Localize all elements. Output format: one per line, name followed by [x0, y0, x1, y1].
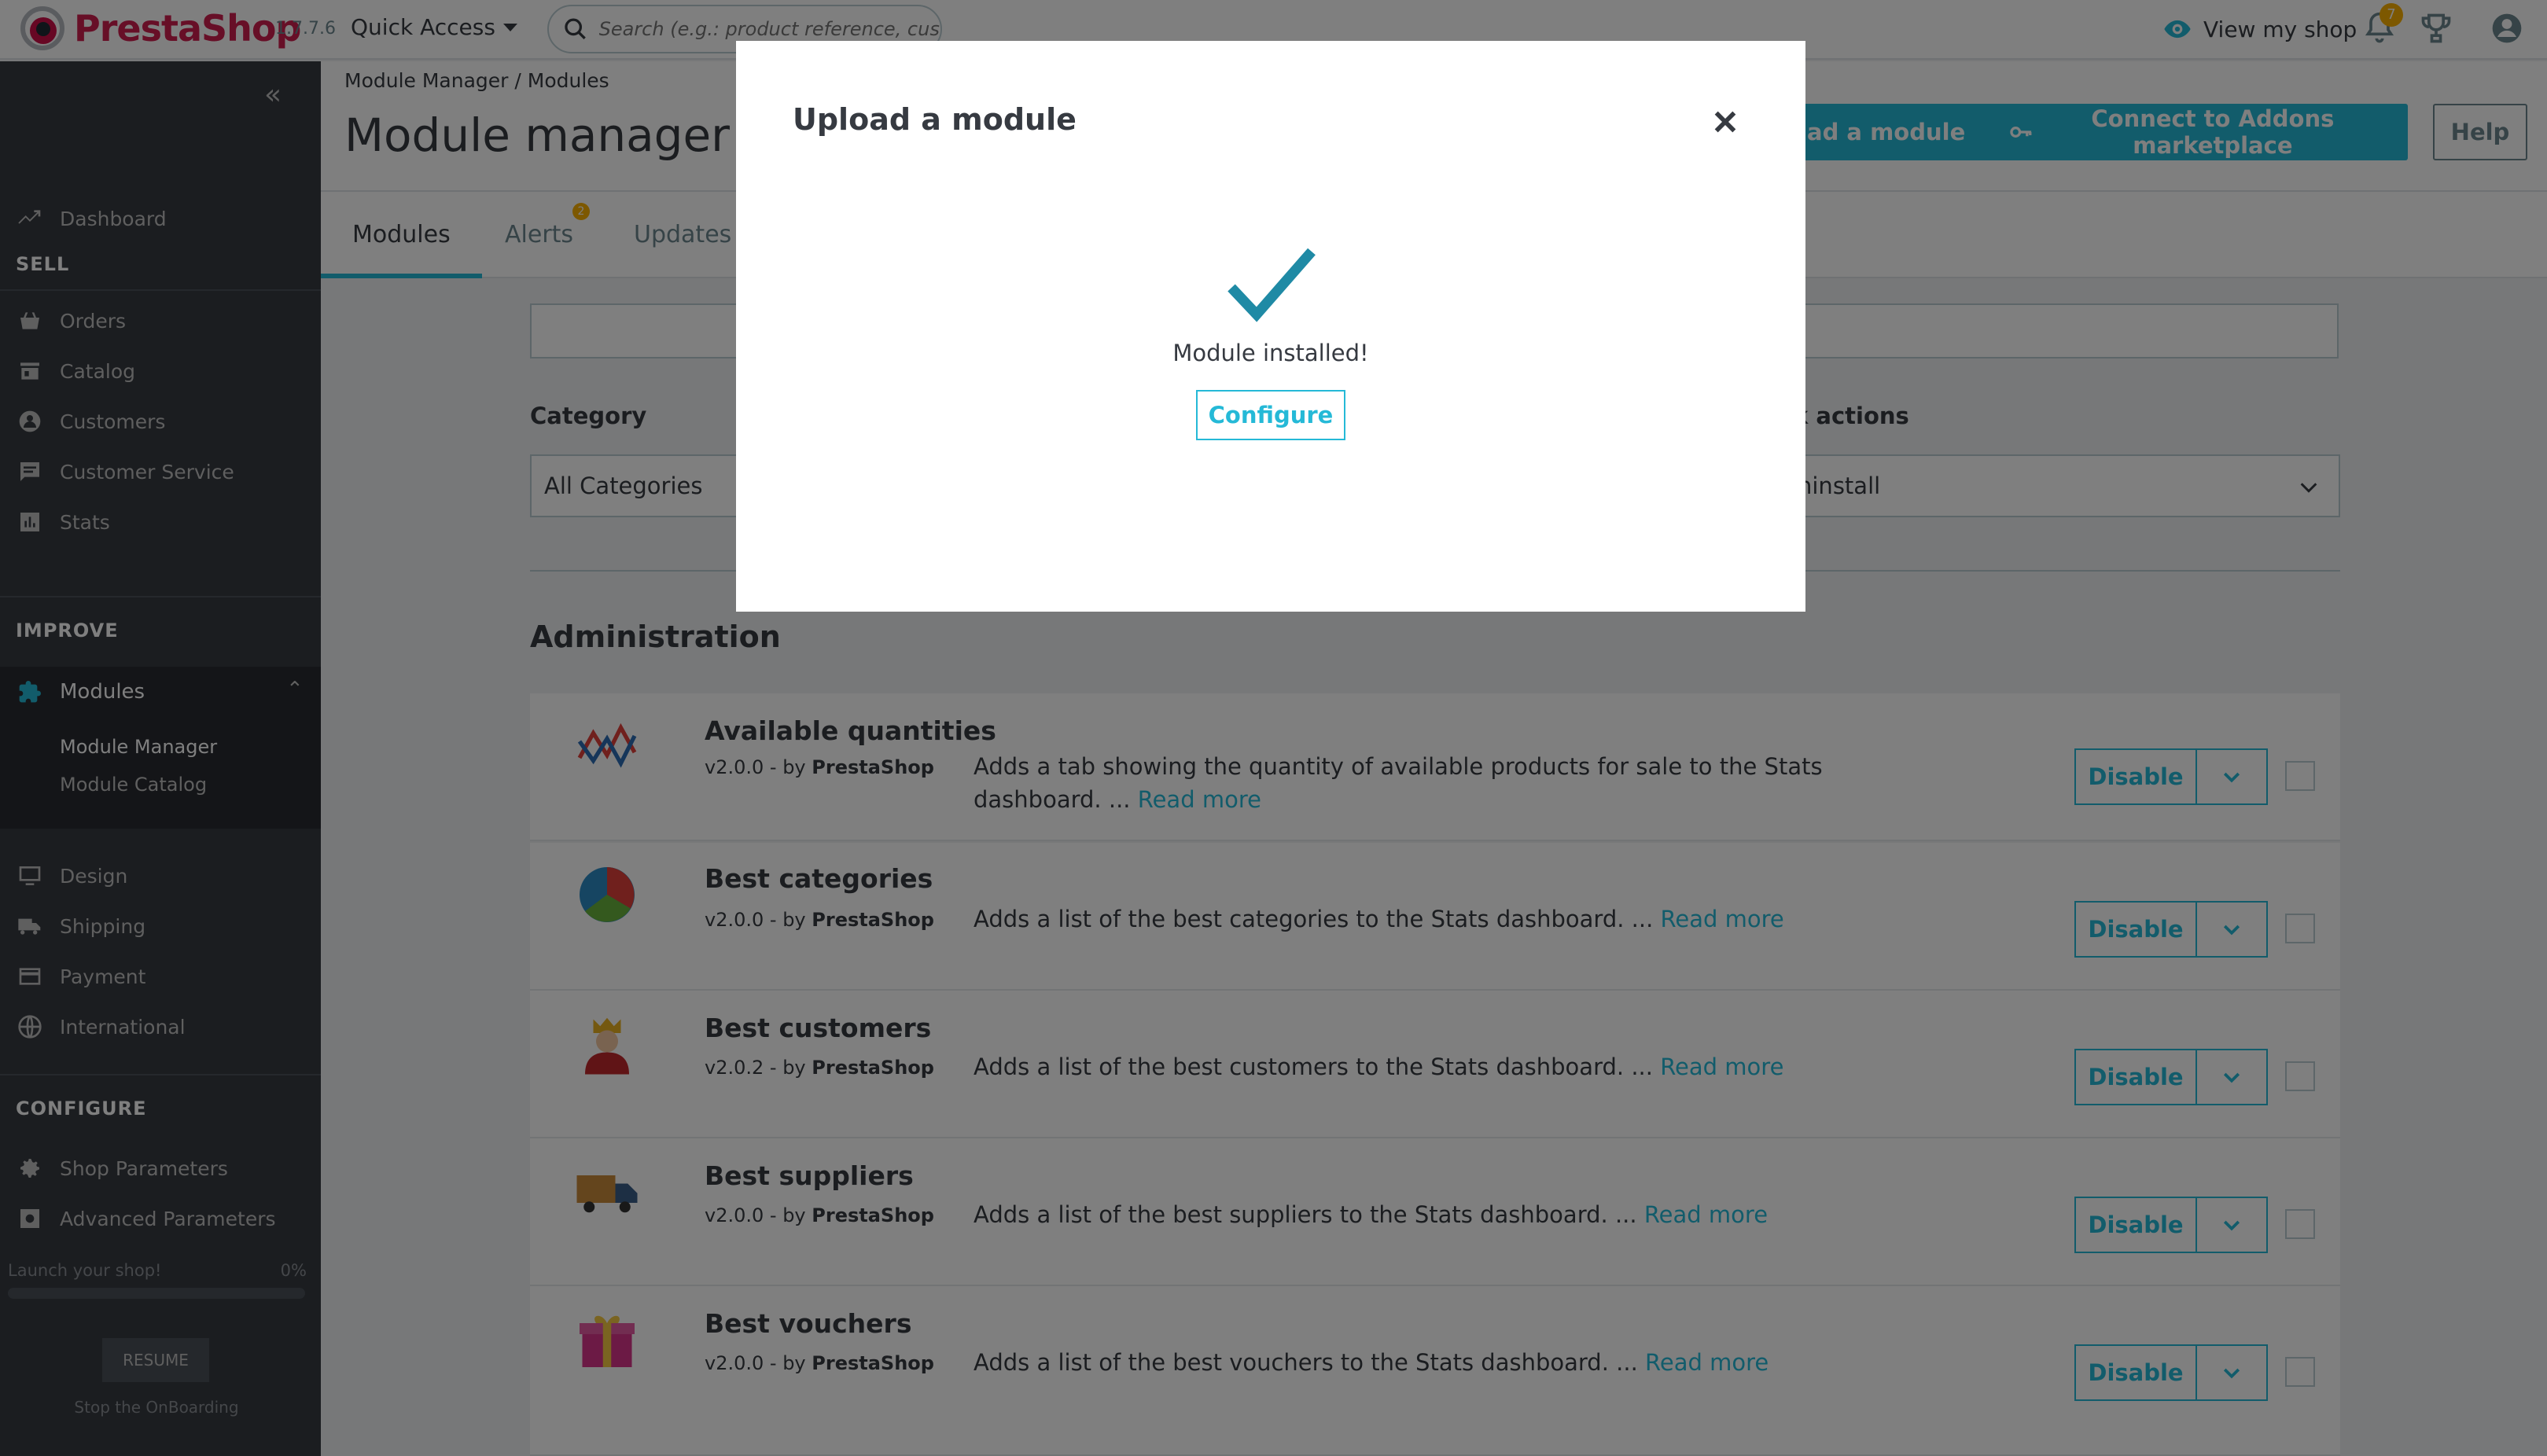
configure-button[interactable]: Configure [1196, 390, 1345, 440]
checkmark-icon [1227, 248, 1316, 322]
modal-title: Upload a module [793, 102, 1077, 137]
close-icon [1714, 111, 1736, 132]
close-modal-button[interactable] [1708, 105, 1743, 140]
install-success-message: Module installed! [1172, 340, 1369, 366]
upload-module-modal: Upload a module Module installed! Config… [736, 41, 1805, 612]
